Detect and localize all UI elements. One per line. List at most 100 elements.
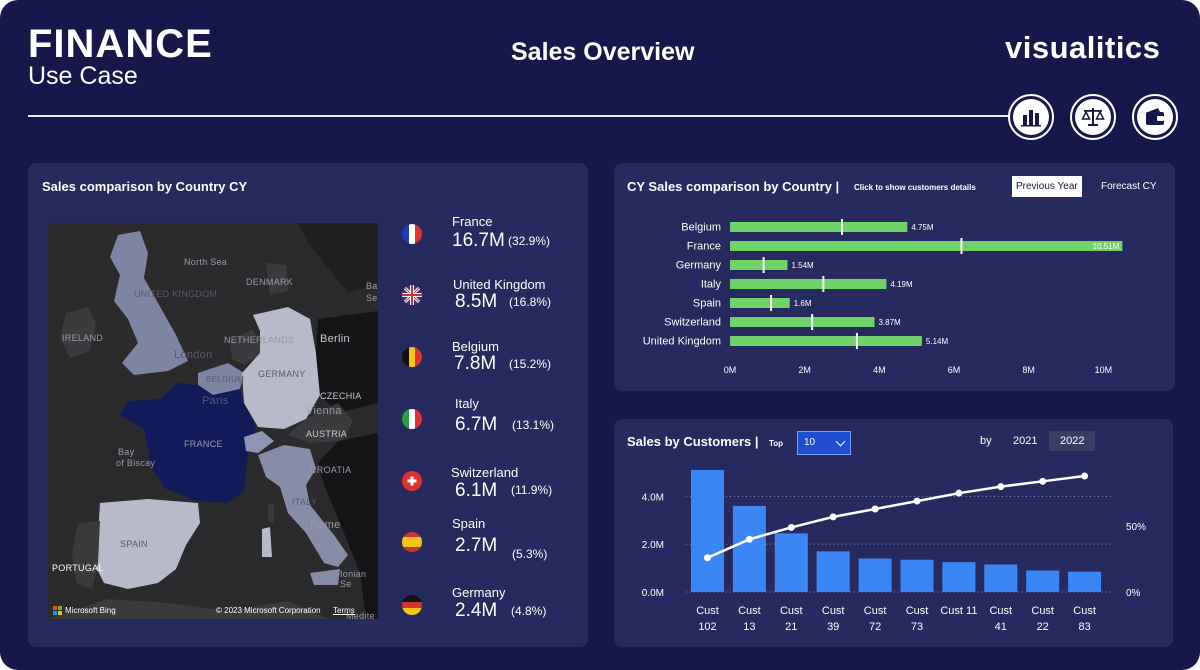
map-terms-link[interactable]: Terms (333, 606, 355, 615)
country-bar-value: 4.75M (911, 223, 934, 232)
france-flag-icon (402, 224, 422, 244)
country-pct: (13.1%) (512, 418, 555, 432)
bar-chart-nav-button[interactable] (1008, 94, 1054, 140)
country-value: 2.4M (455, 600, 498, 621)
country-bar[interactable] (730, 279, 887, 289)
country-map[interactable]: North Sea UNITED KINGDOM DENMARK IRELAND… (48, 223, 378, 619)
y-tick-label: 2.0M (642, 540, 664, 551)
cumulative-point[interactable] (1039, 477, 1047, 485)
country-bar-label: Germany (676, 260, 722, 272)
country-bar-label: France (687, 241, 721, 253)
country-item-france[interactable]: France 16.7M (32.9%) (400, 214, 570, 264)
customer-pareto-chart[interactable]: 0.0M 2.0M 4.0M 0% 50% Cust 102 Cust 13 Cust 21 Cust… (614, 460, 1173, 640)
map-label-united: UNITED KINGDOM (134, 289, 218, 299)
country-item-germany[interactable]: Germany 2.4M (4.8%) (400, 585, 570, 635)
customer-bar[interactable] (1026, 570, 1060, 592)
cumulative-point[interactable] (913, 497, 921, 505)
customer-bar[interactable] (900, 559, 934, 592)
x-tick-label: 10M (1095, 365, 1113, 375)
map-label-se: Se (366, 293, 378, 303)
bar-chart-icon (1013, 99, 1049, 135)
country-value: 16.7M (452, 230, 505, 251)
bing-label: Microsoft Bing (65, 606, 116, 615)
previous-year-toggle[interactable]: Previous Year (1012, 176, 1082, 197)
map-label-of-biscay: of Biscay (116, 458, 156, 468)
country-item-spain[interactable]: Spain 2.7M (5.3%) (400, 516, 570, 566)
country-bar-value: 1.6M (794, 299, 812, 308)
country-item-switzerland[interactable]: Switzerland 6.1M (11.9%) (400, 465, 570, 515)
map-label-ireland: IRELAND (62, 333, 104, 343)
x-tick-label: 8M (1022, 365, 1035, 375)
country-bar-value: 3.87M (878, 318, 901, 327)
customer-bar[interactable] (691, 470, 724, 592)
customer-bar[interactable] (1068, 571, 1102, 592)
country-item-belgium[interactable]: Belgium 7.8M (15.2%) (400, 339, 570, 389)
map-card-title: Sales comparison by Country CY (42, 179, 248, 194)
belgium-flag-icon (402, 347, 422, 367)
country-bar[interactable] (730, 336, 922, 346)
customer-label: Cust (989, 605, 1012, 617)
previous-year-marker (855, 333, 858, 349)
cumulative-point[interactable] (1081, 472, 1089, 480)
customer-label-id: 22 (1037, 621, 1049, 633)
country-item-italy[interactable]: Italy 6.7M (13.1%) (400, 396, 570, 446)
customer-label: Cust (822, 605, 845, 617)
year-2021-button[interactable]: 2021 (1002, 431, 1048, 451)
microsoft-logo-icon (53, 606, 62, 615)
customer-label-id: 13 (743, 621, 755, 633)
map-label-vienna: Vienna (306, 405, 342, 417)
country-name: Germany (452, 585, 506, 600)
country-value: 2.7M (455, 535, 498, 556)
customer-label: Cust (1073, 605, 1096, 617)
country-bar-chart[interactable]: Belgium 4.75M France 10.51M Germany 1.54M Ital… (614, 215, 1175, 385)
map-label-netherlands: NETHERLANDS (224, 335, 295, 345)
customer-label: Cust (696, 605, 719, 617)
cy-sales-hint: Click to show customers details (854, 183, 976, 192)
brand-title: FINANCE (28, 22, 213, 66)
y-tick-label: 0.0M (642, 588, 664, 599)
scales-nav-button[interactable] (1070, 94, 1116, 140)
cumulative-point[interactable] (704, 554, 711, 562)
forecast-cy-toggle[interactable]: Forecast CY (1097, 176, 1161, 197)
cumulative-point[interactable] (955, 489, 963, 497)
country-name: France (452, 214, 493, 229)
germany-flag-icon (402, 595, 422, 615)
previous-year-marker (960, 238, 963, 254)
customer-label-id: 39 (827, 621, 839, 633)
country-bar[interactable] (730, 298, 790, 308)
country-value: 8.5M (455, 291, 498, 312)
sales-by-customers-title: Sales by Customers | (627, 434, 759, 449)
map-label-croatia: CROATIA (310, 465, 352, 475)
top-n-select[interactable]: 10 (797, 431, 851, 455)
customer-bar[interactable] (732, 505, 766, 592)
customer-bar[interactable] (858, 558, 892, 592)
customer-bar[interactable] (984, 564, 1018, 592)
customer-bar[interactable] (774, 533, 808, 592)
country-bar[interactable] (730, 317, 875, 327)
customer-bar[interactable] (816, 551, 850, 592)
wallet-nav-button[interactable] (1132, 94, 1178, 140)
country-bar[interactable] (730, 222, 908, 232)
country-name: Spain (452, 516, 486, 531)
y2-tick-label: 0% (1126, 588, 1141, 599)
country-bar[interactable] (730, 241, 1123, 251)
customer-bar[interactable] (942, 562, 976, 592)
customer-label-id: 21 (785, 621, 797, 633)
switzerland-flag-icon (402, 471, 422, 491)
cumulative-point[interactable] (787, 523, 795, 531)
map-label-berlin: Berlin (320, 333, 350, 345)
cumulative-point[interactable] (997, 483, 1005, 491)
customer-label-id: 73 (911, 621, 923, 633)
customer-label: Cust (738, 605, 761, 617)
country-bar[interactable] (730, 260, 788, 270)
country-name: Switzerland (451, 465, 519, 480)
customer-label: Cust (864, 605, 887, 617)
year-2022-button[interactable]: 2022 (1049, 431, 1096, 451)
map-label-italy: ITALY (292, 497, 318, 507)
cumulative-point[interactable] (871, 505, 879, 513)
cumulative-point[interactable] (745, 535, 753, 543)
map-label-bay: Bay (118, 447, 135, 457)
bing-attribution: Microsoft Bing (53, 606, 116, 615)
cumulative-point[interactable] (829, 513, 837, 521)
country-item-united-kingdom[interactable]: United Kingdom 8.5M (16.8%) (400, 277, 570, 327)
